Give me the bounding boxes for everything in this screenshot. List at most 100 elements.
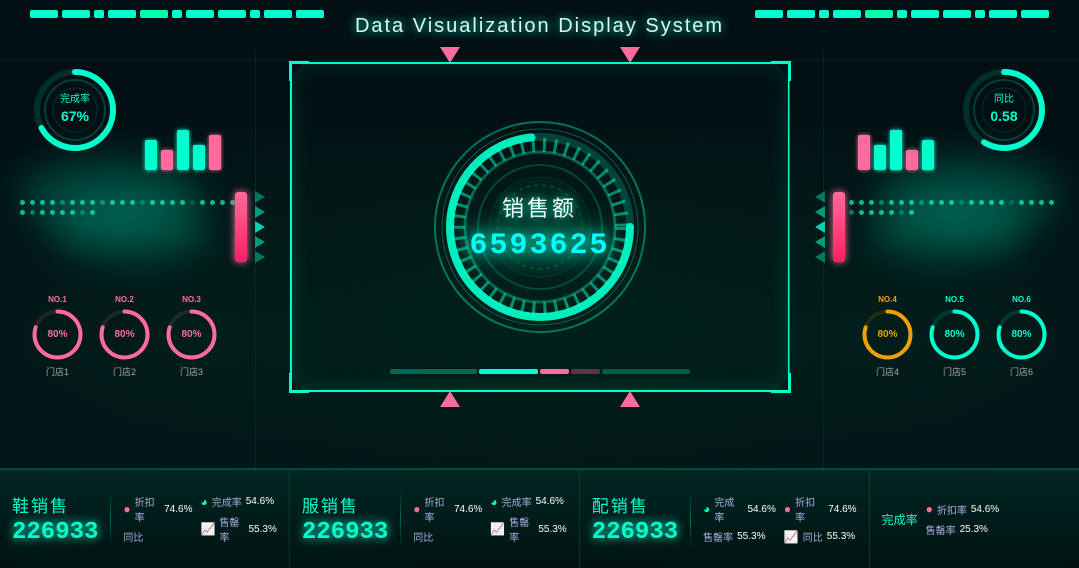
- prog-seg-1: [390, 369, 478, 374]
- card-1-discount-label: 折扣率: [135, 494, 161, 524]
- card-2-title: 服销售: [302, 492, 388, 517]
- header-dash-l8: [218, 10, 246, 18]
- tri-bot-left: [440, 391, 460, 407]
- pink-bar-left: [235, 192, 247, 262]
- store-2-name: 门店2: [113, 365, 136, 378]
- store-item-3: NO.3 80% 门店3: [164, 295, 219, 378]
- card-1-sale-val: 55.3%: [248, 524, 276, 535]
- dt-l26: [50, 210, 55, 215]
- card-1-complete-label: 完成率: [212, 494, 242, 509]
- card-3-discount-row: ● 折扣率 74.6%: [784, 494, 857, 524]
- card-2-yoy-row: 同比: [413, 529, 482, 544]
- header-dash-l3: [94, 10, 104, 18]
- dt-r29: [899, 210, 904, 215]
- store-item-5: NO.5 80% 门店5: [927, 295, 982, 378]
- vbar-l4: [193, 145, 205, 170]
- card-4-discount-label: 折扣率: [937, 502, 967, 517]
- dt-r4: [869, 200, 874, 205]
- dt-r9: [919, 200, 924, 205]
- card-1-discount-row: ● 折扣率 74.6%: [123, 494, 192, 524]
- right-dot-trail: [839, 200, 1059, 215]
- header-dash-r6: [897, 10, 907, 18]
- store-4-name: 门店4: [876, 365, 899, 378]
- right-gauge-label: 同比 0.58: [959, 65, 1049, 155]
- header-dash-r7: [911, 10, 939, 18]
- center-progress-bar: [390, 369, 690, 374]
- store-item-1: NO.1 80% 门店1: [30, 295, 85, 378]
- header-dash-r1: [755, 10, 783, 18]
- chart-icon-2: 📈: [490, 522, 505, 536]
- app-title: Data Visualization Display System: [355, 15, 724, 38]
- bg-blob-3: [879, 160, 1059, 230]
- card-1-complete-row: ◕ 完成率 54.6%: [200, 494, 276, 509]
- store-3-name: 门店3: [180, 365, 203, 378]
- store-1-label: 80%: [30, 307, 85, 362]
- dt-l10: [110, 200, 115, 205]
- dt-r3: [859, 200, 864, 205]
- header-dash-l10: [264, 10, 292, 18]
- card-4-sale-label: 售罄率: [926, 522, 956, 537]
- dt-r2: [849, 200, 854, 205]
- dt-l23: [20, 210, 25, 215]
- dt-r17: [999, 200, 1004, 205]
- card-1-stats2: ◕ 完成率 54.6% 📈 售罄率 55.3%: [200, 494, 276, 544]
- dt-l14: [150, 200, 155, 205]
- center-gauge: 销售额 6593625: [290, 62, 790, 392]
- card-1-yoy-row: 同比: [123, 529, 192, 544]
- chevrons-right: [815, 191, 825, 263]
- header-dash-r3: [819, 10, 829, 18]
- bg-blob-1: [20, 160, 200, 230]
- dt-r22: [1049, 200, 1054, 205]
- chev-r4: [815, 236, 825, 248]
- card-3-stats: ◕ 完成率 54.6% 售罄率 55.3%: [703, 494, 776, 544]
- card-1-value: 226933: [12, 519, 98, 546]
- dt-r30: [909, 210, 914, 215]
- header: Data Visualization Display System: [0, 0, 1079, 52]
- card-3-sale-row: 售罄率 55.3%: [703, 529, 776, 544]
- dt-r19: [1019, 200, 1024, 205]
- prog-seg-4: [571, 369, 600, 374]
- store-2-no: NO.2: [115, 295, 134, 304]
- header-dash-r10: [989, 10, 1017, 18]
- card-3-yoy-val: 55.3%: [827, 531, 855, 542]
- tech-line-h1: [0, 60, 1079, 61]
- store-5-no: NO.5: [945, 295, 964, 304]
- left-gauge-container: 完成率 67%: [30, 65, 120, 165]
- store-5-pct: 80%: [944, 328, 964, 341]
- store-1-name: 门店1: [46, 365, 69, 378]
- dt-l18: [190, 200, 195, 205]
- card-2-complete-row: ◕ 完成率 54.6%: [490, 494, 566, 509]
- complete-icon-2: ◕: [490, 495, 497, 509]
- left-vbar-group: [145, 130, 221, 170]
- vbar-l2: [161, 150, 173, 170]
- dt-l30: [90, 210, 95, 215]
- vbar-r4: [906, 150, 918, 170]
- card-2-discount-val: 74.6%: [454, 504, 482, 515]
- card-3-discount-label: 折扣率: [795, 494, 824, 524]
- vbar-r1: [858, 135, 870, 170]
- dt-r13: [959, 200, 964, 205]
- dt-r5: [879, 200, 884, 205]
- card-1-yoy-label: 同比: [123, 529, 143, 544]
- card-3-complete-label: 完成率: [714, 494, 743, 524]
- right-gauge-value: 0.58: [990, 107, 1017, 127]
- dt-l5: [60, 200, 65, 205]
- vsep-1: [110, 489, 111, 549]
- card-3-complete-val: 54.6%: [747, 504, 775, 515]
- dt-l4: [50, 200, 55, 205]
- store-3-label: 80%: [164, 307, 219, 362]
- dt-l21: [220, 200, 225, 205]
- dt-l2: [30, 200, 35, 205]
- dt-l11: [120, 200, 125, 205]
- dt-l16: [170, 200, 175, 205]
- tri-bot-right: [620, 391, 640, 407]
- chev-l1: [255, 191, 265, 203]
- card-2-discount-row: ● 折扣率 74.6%: [413, 494, 482, 524]
- store-item-6: NO.6 80% 门店6: [994, 295, 1049, 378]
- dt-l6: [70, 200, 75, 205]
- dt-l3: [40, 200, 45, 205]
- left-gauge-title: 完成率: [60, 93, 90, 107]
- card-2-value: 226933: [302, 519, 388, 546]
- dt-l13: [140, 200, 145, 205]
- dt-r14: [969, 200, 974, 205]
